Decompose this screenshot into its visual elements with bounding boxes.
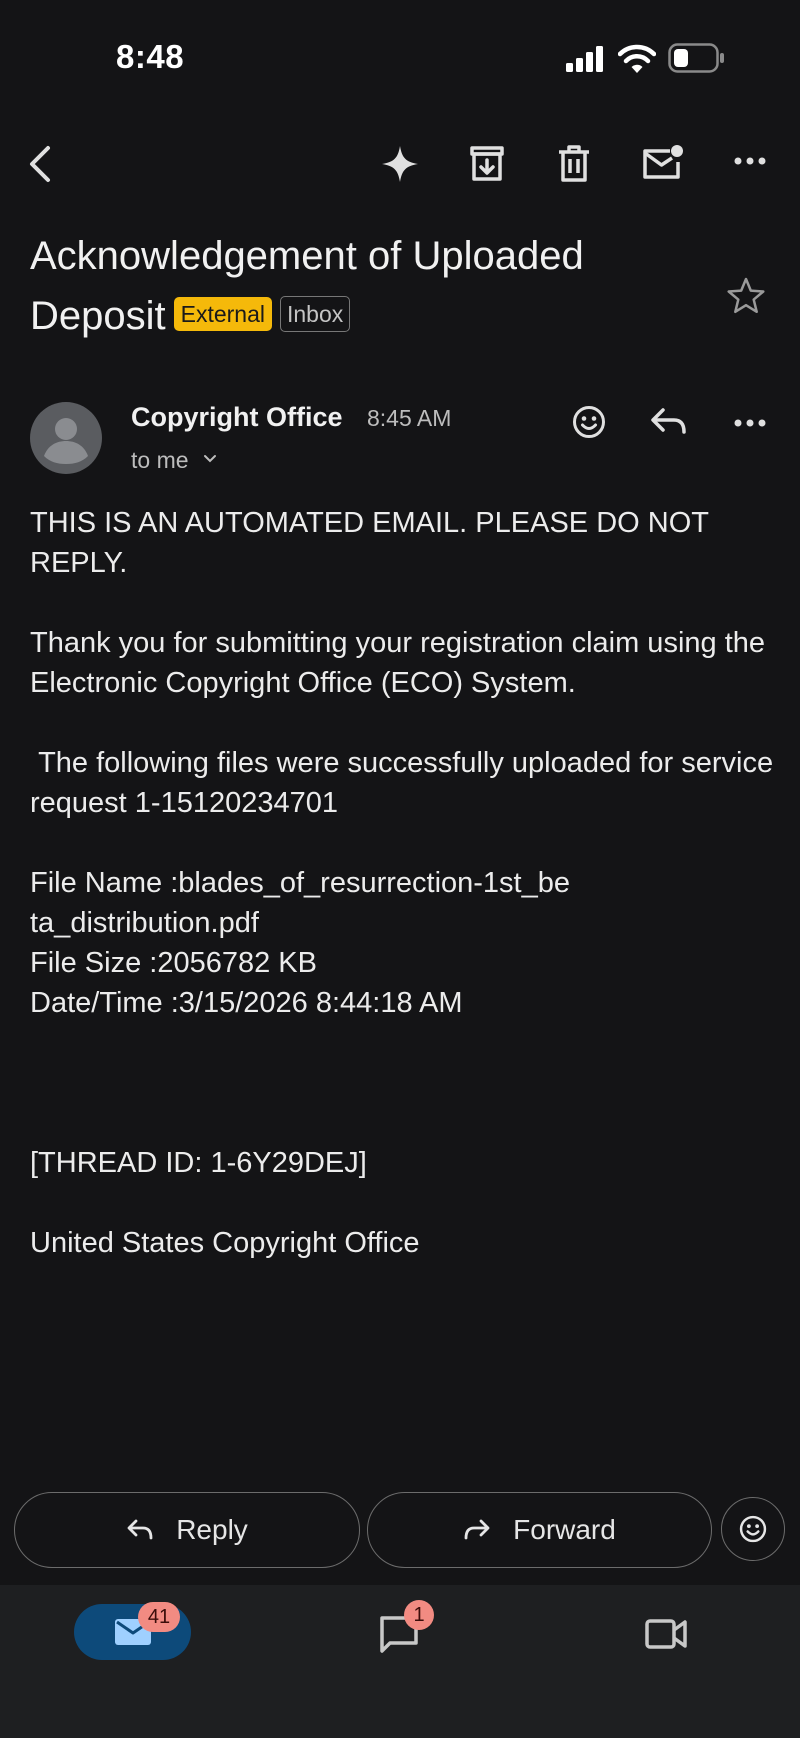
body-thread-id: [THREAD ID: 1-6Y29DEJ] [30,1147,367,1179]
reply-button-header[interactable] [650,407,688,437]
body-date-time: Date/Time :3/15/2026 8:44:18 AM [30,987,463,1019]
body-upload-confirmation: The following files were successfully up… [30,747,782,819]
external-label: External [173,297,272,332]
more-horizontal-icon [734,419,766,427]
archive-icon [470,146,504,181]
sparkle-icon [382,146,418,182]
mark-unread-button[interactable] [642,144,684,182]
wifi-icon [618,44,656,74]
email-subject: Acknowledgement of Uploaded Deposit Exter… [30,226,690,346]
chevron-down-icon [203,454,217,463]
star-button[interactable] [726,276,766,316]
forward-button[interactable]: Forward [367,1492,712,1568]
smiley-icon [739,1515,767,1543]
avatar[interactable] [30,402,102,474]
email-time: 8:45 AM [367,405,452,431]
body-signature: United States Copyright Office [30,1227,420,1259]
video-camera-icon [645,1619,687,1649]
reply-icon [651,408,686,434]
forward-label: Forward [513,1514,616,1545]
inbox-label[interactable]: Inbox [280,296,351,333]
reply-button[interactable]: Reply [14,1492,360,1568]
message-more-button[interactable] [734,418,766,428]
delete-button[interactable] [556,144,592,184]
more-horizontal-icon [734,157,766,165]
mail-unread-badge: 41 [138,1602,180,1632]
chevron-left-icon [30,146,50,182]
reply-icon [127,1519,153,1540]
more-options-button[interactable] [734,156,766,166]
gemini-summarize-button[interactable] [380,144,420,184]
forward-icon [464,1519,490,1540]
sender-name[interactable]: Copyright Office [131,402,343,433]
status-time: 8:48 [116,38,185,75]
body-file-size: File Size :2056782 KB [30,947,317,979]
nav-meet[interactable] [644,1617,688,1651]
body-thank-you: Thank you for submitting your registrati… [30,627,774,699]
body-file-name: File Name :blades_of_resurrection-1st_be… [30,867,570,939]
emoji-react-button[interactable] [721,1497,785,1561]
trash-icon [559,145,589,182]
archive-button[interactable] [468,144,506,184]
battery-icon [668,43,726,73]
back-button[interactable] [24,142,58,186]
recipient-details[interactable]: to me [131,447,217,474]
recipient-text: to me [131,447,189,473]
star-icon [727,277,765,314]
body-automated-notice: THIS IS AN AUTOMATED EMAIL. PLEASE DO NO… [30,507,717,579]
add-reaction-button[interactable] [572,405,606,439]
person-icon [44,418,88,464]
reply-label: Reply [176,1514,248,1545]
smiley-icon [573,406,605,438]
cellular-signal-icon [566,46,606,72]
chat-unread-badge: 1 [404,1600,434,1630]
mark-unread-icon [643,145,683,179]
